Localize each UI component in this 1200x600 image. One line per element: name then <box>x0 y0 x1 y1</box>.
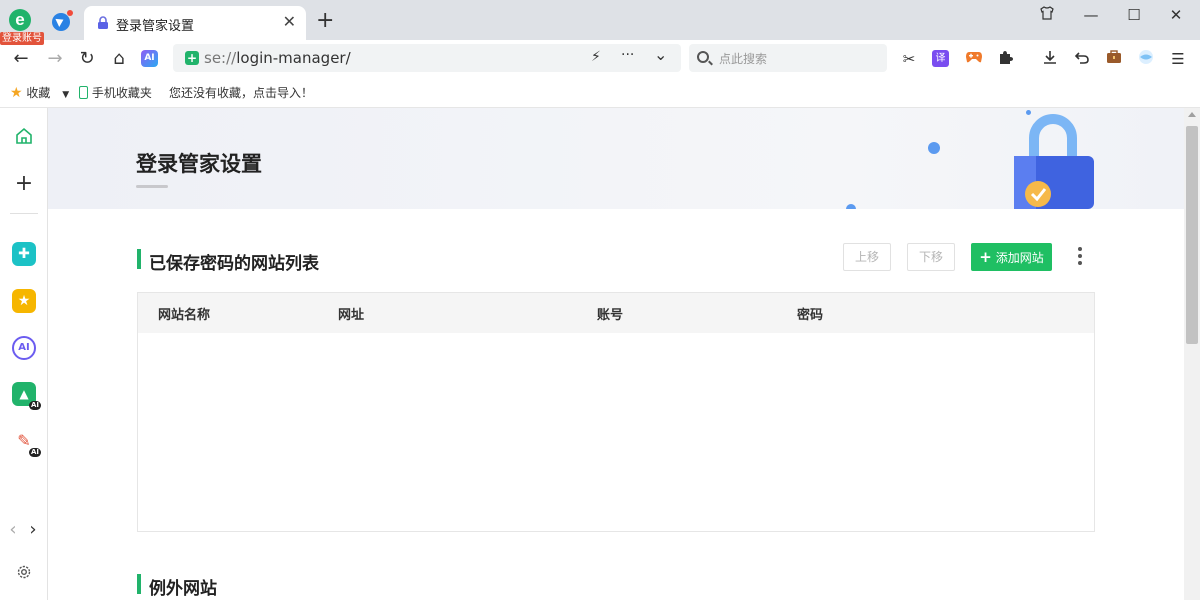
sidebar-ai-pdf-icon[interactable]: ✎ AI <box>12 429 41 457</box>
tab-title: 登录管家设置 <box>116 19 195 34</box>
ai-tag: AI <box>28 448 41 457</box>
star-icon: ★ <box>10 85 23 101</box>
plus-icon: + <box>979 248 992 266</box>
add-site-button[interactable]: + 添加网站 <box>971 243 1052 271</box>
chevron-right-icon[interactable]: › <box>26 518 40 542</box>
scissors-icon[interactable]: ✂ <box>899 49 919 69</box>
url-path: login-manager/ <box>236 49 351 67</box>
tab-strip: e 登录账号 登录管家设置 ✕ + — ☐ ✕ <box>0 0 1200 45</box>
search-icon <box>697 51 709 63</box>
url-text[interactable]: se://login-manager/ <box>204 49 351 67</box>
sidebar-add-icon[interactable]: + <box>12 172 36 196</box>
url-scheme: se:// <box>204 49 237 67</box>
maximize-button[interactable]: ☐ <box>1120 5 1148 25</box>
forward-button[interactable]: → <box>44 48 66 70</box>
download-arrow-icon <box>1044 51 1056 64</box>
saved-sites-title: 已保存密码的网站列表 <box>149 254 319 274</box>
bookmark-mobile[interactable]: 手机收藏夹 <box>79 84 152 101</box>
column-account: 账号 <box>597 308 624 323</box>
download-icon[interactable] <box>1040 49 1060 69</box>
tab-login-manager[interactable]: 登录管家设置 ✕ <box>84 6 306 40</box>
game-icon[interactable] <box>964 49 984 69</box>
search-box[interactable]: 点此搜索 <box>689 44 887 72</box>
avatar-icon[interactable] <box>1136 49 1156 69</box>
bookmarks-bar: ★ 收藏 ▼ 手机收藏夹 您还没有收藏，点击导入！ <box>0 78 1200 108</box>
reload-button[interactable]: ↻ <box>76 48 98 70</box>
translate-icon[interactable]: 译 <box>932 50 949 67</box>
padlock-illustration <box>1014 114 1094 209</box>
back-button[interactable]: ← <box>10 48 32 70</box>
globe-avatar-icon <box>1139 50 1153 64</box>
page-header-banner: 登录管家设置 <box>48 108 1184 209</box>
menu-icon[interactable]: ☰ <box>1168 49 1188 69</box>
saved-sites-table: 网站名称 网址 账号 密码 <box>137 292 1095 532</box>
shirt-icon <box>1040 6 1054 20</box>
address-toolbar: ← → ↻ ⌂ AI + se://login-manager/ ⚡ ··· ⌄… <box>0 40 1200 78</box>
secure-shield-icon: + <box>185 51 199 65</box>
notification-dot <box>67 10 73 16</box>
home-icon <box>16 127 32 144</box>
sidebar-favorites-icon[interactable]: ★ <box>12 289 36 313</box>
section-accent-bar <box>137 249 141 269</box>
gamepad-icon <box>966 52 982 63</box>
column-site-name: 网站名称 <box>158 308 211 323</box>
section-accent-bar <box>137 574 141 594</box>
decor-dot <box>846 204 856 209</box>
add-site-label: 添加网站 <box>995 251 1044 265</box>
sidebar-home-icon[interactable] <box>12 126 36 150</box>
close-window-button[interactable]: ✕ <box>1162 5 1190 25</box>
puzzle-icon <box>1000 51 1013 64</box>
chevron-down-icon[interactable]: ⌄ <box>654 45 667 64</box>
phone-icon <box>79 86 88 99</box>
gear-icon <box>17 565 31 579</box>
decor-dot <box>928 142 940 154</box>
bookmark-favorites-label: 收藏 <box>26 86 51 100</box>
home-button[interactable]: ⌂ <box>108 48 130 70</box>
move-down-button[interactable]: 下移 <box>907 243 955 271</box>
scrollbar-thumb[interactable] <box>1186 126 1198 344</box>
extension-icon[interactable] <box>996 49 1016 69</box>
move-up-button[interactable]: 上移 <box>843 243 891 271</box>
undo-arrow-icon <box>1074 52 1089 64</box>
sidebar-app-cross-icon[interactable]: ✚ <box>12 242 36 266</box>
table-header: 网站名称 网址 账号 密码 <box>138 293 1094 333</box>
ai-icon[interactable]: AI <box>141 50 158 67</box>
search-placeholder: 点此搜索 <box>719 52 768 66</box>
briefcase-icon[interactable] <box>1104 49 1124 69</box>
login-account-badge[interactable]: 登录账号 <box>0 32 44 45</box>
caret-down-icon[interactable]: ▼ <box>62 90 69 100</box>
skin-icon[interactable] <box>1033 5 1061 25</box>
ai-tag: AI <box>28 401 41 410</box>
page-title: 登录管家设置 <box>136 152 262 176</box>
bookmark-mobile-label: 手机收藏夹 <box>91 86 152 100</box>
bookmark-favorites[interactable]: ★ 收藏 ▼ <box>10 84 69 101</box>
chevron-left-icon[interactable]: ‹ <box>6 518 20 542</box>
more-icon[interactable]: ··· <box>621 47 634 63</box>
bookmark-empty-hint[interactable]: 您还没有收藏，点击导入！ <box>169 84 313 101</box>
browser-logo[interactable]: e 登录账号 <box>0 4 46 46</box>
more-vertical-icon[interactable] <box>1075 247 1085 267</box>
scroll-up-arrow-icon[interactable] <box>1188 112 1196 117</box>
browser-logo-icon: e <box>9 9 31 31</box>
tab-close-icon[interactable]: ✕ <box>283 12 296 31</box>
main-content: 登录管家设置 已保存密码的网站列表 上移 下移 + 添加网站 网站名称 网址 账… <box>48 108 1184 600</box>
new-tab-button[interactable]: + <box>316 8 334 34</box>
sidebar-divider <box>10 213 38 214</box>
minimize-button[interactable]: — <box>1077 5 1105 25</box>
lightning-icon[interactable]: ⚡ <box>591 49 601 65</box>
sidebar-ai-icon[interactable]: AI <box>12 336 36 360</box>
vertical-scrollbar[interactable] <box>1184 108 1200 600</box>
column-url: 网址 <box>338 308 365 323</box>
lock-icon <box>98 16 108 29</box>
column-password: 密码 <box>797 308 824 323</box>
exceptions-title: 例外网站 <box>149 579 217 599</box>
settings-gear-icon[interactable] <box>12 564 36 588</box>
address-bar[interactable]: + se://login-manager/ ⚡ ··· ⌄ <box>173 44 681 72</box>
title-underline <box>136 185 168 188</box>
telegram-icon[interactable] <box>52 13 70 31</box>
left-sidebar: + ✚ ★ AI ▲ AI ✎ AI ‹ › <box>0 108 48 600</box>
undo-icon[interactable] <box>1072 49 1092 69</box>
sidebar-ai-image-icon[interactable]: ▲ AI <box>12 382 41 410</box>
toolbox-icon <box>1107 50 1121 63</box>
